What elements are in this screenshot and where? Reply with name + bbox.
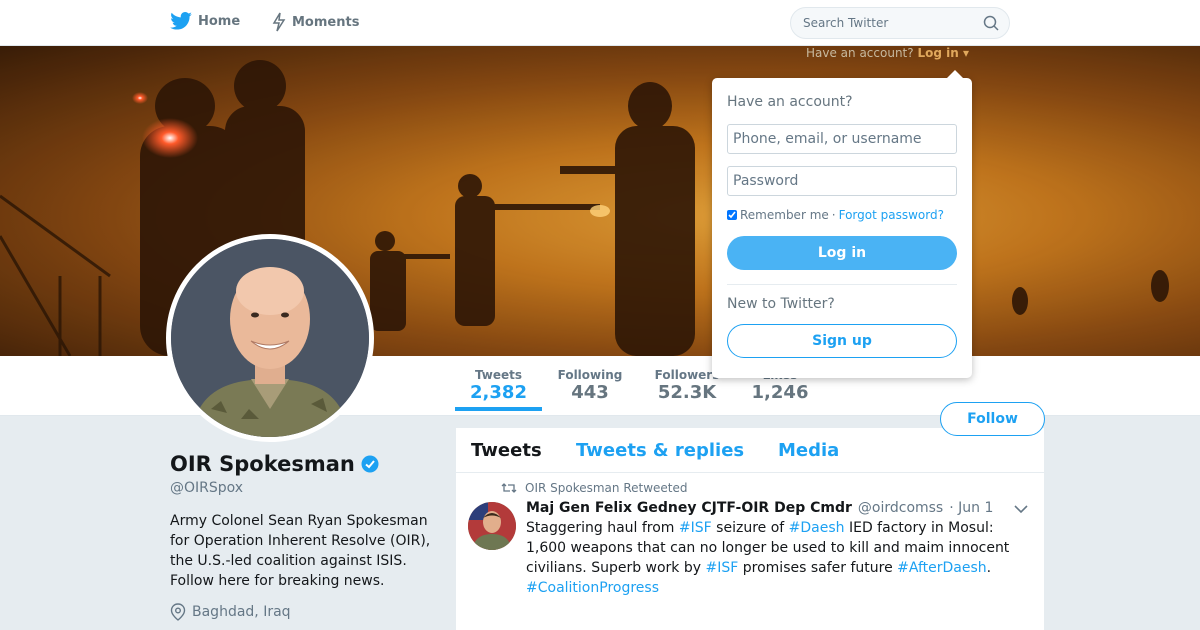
tweet-text: Staggering haul from #ISF seizure of #Da…: [526, 518, 1026, 598]
login-hint: Have an account? Log in ▾: [806, 46, 969, 60]
stat-label: Tweets: [474, 368, 523, 382]
login-button[interactable]: Log in: [727, 236, 957, 270]
top-navigation-bar: Home Moments: [0, 0, 1200, 46]
profile-handle: @OIRSpox: [170, 480, 244, 496]
profile-avatar[interactable]: [166, 234, 374, 442]
tweet-text-segment: promises safer future: [738, 560, 898, 576]
tab-media[interactable]: Media: [778, 440, 839, 461]
twitter-bird-icon: [170, 12, 192, 30]
avatar-portrait: [171, 239, 369, 437]
hashtag-link[interactable]: #ISF: [679, 520, 712, 536]
stat-value: 2,382: [470, 382, 527, 403]
stat-value: 443: [571, 382, 609, 403]
remember-separator: ·: [831, 208, 836, 222]
retweet-context: OIR Spokesman Retweeted: [501, 481, 688, 495]
hashtag-link[interactable]: #Daesh: [789, 520, 845, 536]
remember-me-checkbox[interactable]: [727, 210, 737, 220]
tweet-text-segment: Staggering haul from: [526, 520, 679, 536]
retweet-icon: [501, 483, 517, 493]
nav-home[interactable]: Home: [170, 12, 240, 30]
tweet-header: Maj Gen Felix Gedney CJTF-OIR Dep Cmdr @…: [526, 500, 993, 516]
tab-tweets[interactable]: Tweets: [471, 440, 542, 461]
login-hint-link[interactable]: Log in ▾: [917, 46, 969, 60]
timeline: Tweets Tweets & replies Media OIR Spokes…: [456, 428, 1044, 630]
hashtag-link[interactable]: #CoalitionProgress: [526, 580, 659, 596]
forgot-password-link[interactable]: Forgot password?: [839, 208, 944, 222]
tab-tweets-and-replies[interactable]: Tweets & replies: [576, 440, 744, 461]
follow-button[interactable]: Follow: [940, 402, 1045, 436]
new-to-twitter-label: New to Twitter?: [727, 296, 835, 312]
search-box: [790, 7, 1010, 39]
location-pin-icon: [170, 603, 186, 621]
tweet-author-handle[interactable]: @oirdcomss: [858, 500, 943, 516]
search-input[interactable]: [791, 8, 981, 38]
verified-badge-icon: [361, 455, 379, 473]
profile-name-row: OIR Spokesman: [170, 452, 379, 476]
nav-moments[interactable]: Moments: [272, 12, 359, 32]
profile-location: Baghdad, Iraq: [170, 603, 291, 621]
tweet-timestamp[interactable]: · Jun 1: [949, 500, 993, 516]
profile-name: OIR Spokesman: [170, 452, 355, 476]
location-text: Baghdad, Iraq: [192, 604, 291, 620]
dropdown-divider: [727, 284, 957, 285]
password-field[interactable]: [727, 166, 957, 196]
tweet-avatar-portrait: [468, 502, 516, 550]
tweet-text-segment: .: [986, 560, 992, 576]
tweet-author-name[interactable]: Maj Gen Felix Gedney CJTF-OIR Dep Cmdr: [526, 500, 852, 516]
hashtag-link[interactable]: #AfterDaesh: [897, 560, 987, 576]
dropdown-caret: [947, 70, 963, 78]
nav-home-label: Home: [198, 13, 241, 29]
remember-me-label[interactable]: Remember me: [740, 208, 829, 222]
stat-tweets[interactable]: Tweets 2,382: [455, 368, 542, 411]
login-hint-text: Have an account?: [806, 46, 914, 60]
remember-row: Remember me · Forgot password?: [727, 208, 944, 222]
chevron-down-icon[interactable]: [1014, 504, 1028, 514]
profile-bio: Army Colonel Sean Ryan Spokesman for Ope…: [170, 513, 431, 589]
search-icon[interactable]: [983, 15, 999, 31]
tweet-text-segment: seizure of: [711, 520, 789, 536]
login-dropdown: Have an account? Remember me · Forgot pa…: [712, 70, 972, 378]
stat-value: 52.3K: [657, 382, 717, 403]
login-dropdown-title: Have an account?: [727, 94, 853, 110]
nav-moments-label: Moments: [292, 14, 360, 30]
tweet-author-avatar[interactable]: [468, 502, 516, 550]
stat-following[interactable]: Following 443: [555, 368, 625, 403]
hashtag-link[interactable]: #ISF: [706, 560, 739, 576]
lightning-icon: [272, 12, 286, 32]
stat-value: 1,246: [751, 382, 809, 403]
retweet-context-text[interactable]: OIR Spokesman Retweeted: [525, 481, 688, 495]
signup-button[interactable]: Sign up: [727, 324, 957, 358]
stat-label: Following: [557, 368, 623, 382]
username-field[interactable]: [727, 124, 957, 154]
